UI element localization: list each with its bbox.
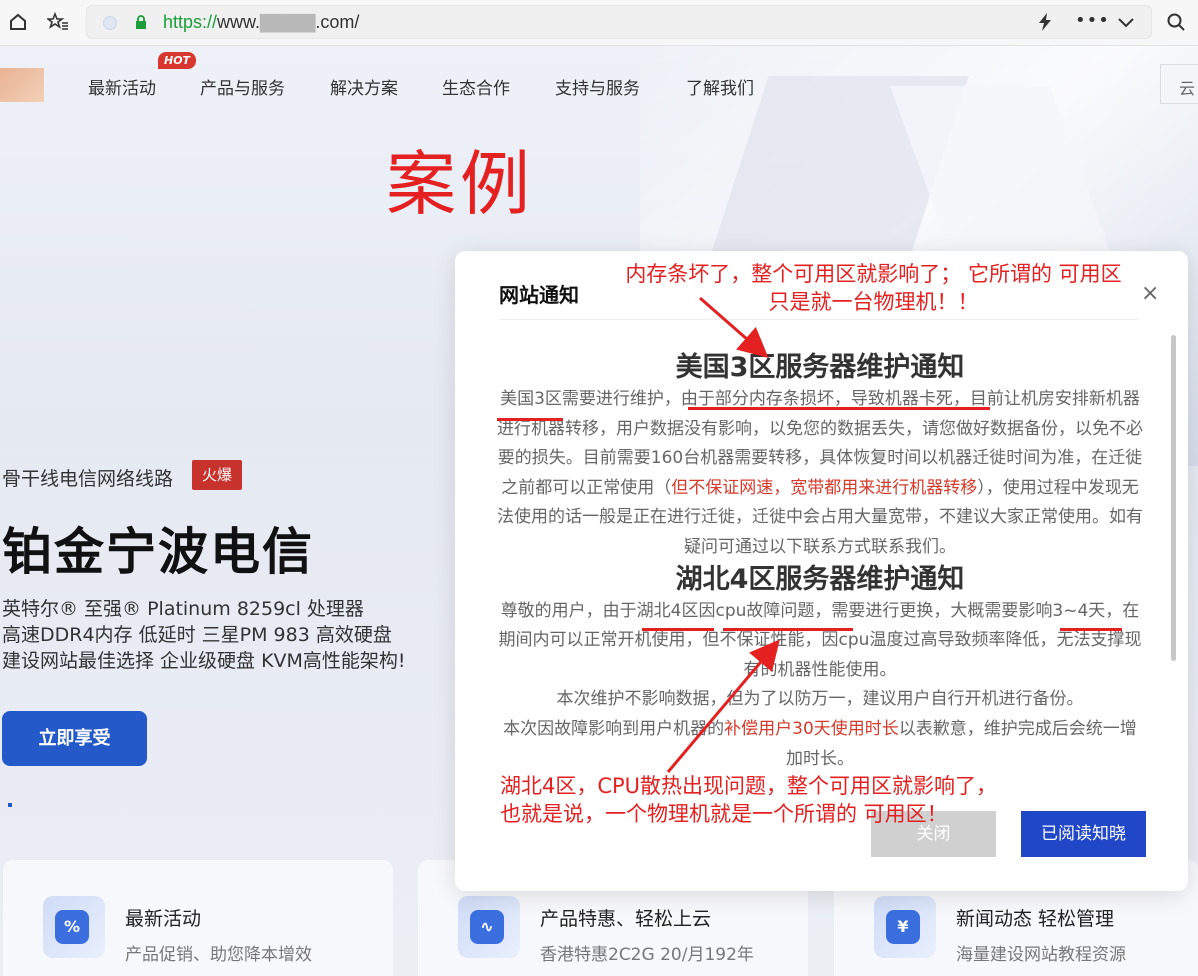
annotation-underline: [642, 628, 714, 631]
site-logo[interactable]: [0, 68, 44, 102]
bookmarks-icon[interactable]: [44, 8, 72, 36]
annotation-top: 内存条坏了，整个可用区就影响了； 它所谓的 可用区 只是就一台物理机！！: [596, 260, 1151, 316]
nav-item-ecosystem[interactable]: 生态合作: [442, 74, 510, 99]
card-subtitle: 产品促销、助您降本增效: [125, 945, 312, 965]
notice-paragraph: 本次因故障影响到用户机器的补偿用户30天使用时长以表歉意，维护完成后会统一增加时…: [503, 718, 1137, 769]
notice-paragraph: 美国3区需要进行维护，由于部分内存条损坏，导致机器卡死，目前让机房安排新机器进行…: [497, 389, 1143, 557]
card-title: 新闻动态 轻松管理: [956, 908, 1115, 930]
nav-item-activities[interactable]: 最新活动: [88, 74, 156, 99]
gift-percent-icon: %: [43, 896, 105, 958]
modal-content: 美国3区服务器维护通知 美国3区需要进行维护，由于部分内存条损坏，导致机器卡死，…: [495, 351, 1145, 774]
notice-paragraph: 尊敬的用户，由于湖北4区因cpu故障问题，需要进行更换，大概需要影响3~4天，在…: [498, 600, 1142, 680]
card-subtitle: 海量建设网站教程资源: [956, 945, 1126, 965]
hero-title: 铂金宁波电信: [2, 523, 314, 581]
home-icon[interactable]: [4, 8, 32, 36]
notice-heading: 湖北4区服务器维护通知: [675, 563, 965, 595]
annotation-line: 湖北4区，CPU散热出现问题，整个可用区就影响了，: [500, 774, 998, 798]
card-title: 最新活动: [125, 908, 202, 930]
hero-feature-line: 建设网站最佳选择 企业级硬盘 KVM高性能架构!: [2, 650, 406, 672]
annotation-underline: [688, 407, 990, 410]
divider: [499, 319, 1139, 320]
chevron-down-icon[interactable]: [1117, 12, 1135, 37]
nav-item-solutions[interactable]: 解决方案: [330, 74, 398, 99]
hot-badge: HOT: [158, 52, 197, 69]
nav-item-products[interactable]: 产品与服务: [200, 74, 285, 99]
browser-toolbar: https://www.▇▇▇▇.com/ •••: [0, 0, 1198, 46]
modal-scrollbar[interactable]: [1171, 335, 1176, 661]
card-activities[interactable]: % 最新活动 产品促销、助您降本增效: [3, 860, 393, 976]
annotation-bottom: 湖北4区，CPU散热出现问题，整个可用区就影响了， 也就是说，一个物理机就是一个…: [500, 772, 1040, 828]
annotation-underline: [1060, 628, 1122, 631]
card-subtitle: 香港特惠2C2G 20/月192年: [540, 945, 754, 965]
address-bar[interactable]: https://www.▇▇▇▇.com/ •••: [86, 5, 1152, 39]
nav-item-about[interactable]: 了解我们: [686, 74, 754, 99]
site-info-icon[interactable]: [103, 16, 117, 30]
annotation-underline: [723, 628, 853, 631]
annotation-line: 内存条坏了，整个可用区就影响了； 它所谓的 可用区: [625, 262, 1122, 286]
lightning-icon[interactable]: [1037, 12, 1053, 37]
search-icon[interactable]: [1162, 8, 1190, 36]
annotation-line: 也就是说，一个物理机就是一个所谓的 可用区！: [500, 802, 948, 826]
annotation-title: 案例: [386, 143, 534, 225]
notice-paragraph: 本次维护不影响数据，但为了以防万一，建议用户自行开机进行备份。: [556, 689, 1084, 710]
hot-tag: 火爆: [192, 460, 242, 490]
more-icon[interactable]: •••: [1075, 10, 1110, 31]
hero-feature-line: 高速DDR4内存 低延时 三星PM 983 高效硬盘: [2, 624, 392, 646]
modal-title: 网站通知: [499, 283, 579, 307]
enjoy-now-button[interactable]: 立即享受: [2, 711, 147, 766]
yen-document-icon: ¥: [874, 896, 936, 958]
notice-heading: 美国3区服务器维护通知: [675, 352, 965, 383]
annotation-underline: [497, 418, 563, 421]
nav-item-support[interactable]: 支持与服务: [555, 74, 640, 99]
url-text: https://www.▇▇▇▇.com/: [163, 12, 360, 32]
annotation-line: 只是就一台物理机！！: [768, 290, 979, 314]
card-title: 产品特惠、轻松上云: [540, 908, 712, 930]
pulse-monitor-icon: ∿: [458, 896, 520, 958]
carousel-indicator[interactable]: [8, 803, 12, 807]
nav-console-button[interactable]: 云: [1160, 64, 1198, 104]
site-nav: HOT 最新活动 产品与服务 解决方案 生态合作 支持与服务 了解我们 云: [0, 46, 1198, 124]
lock-icon: [136, 15, 146, 29]
hero-feature-line: 英特尔® 至强® Platinum 8259cl 处理器: [2, 598, 364, 620]
hero-subtitle: 骨干线电信网络线路: [2, 468, 174, 490]
